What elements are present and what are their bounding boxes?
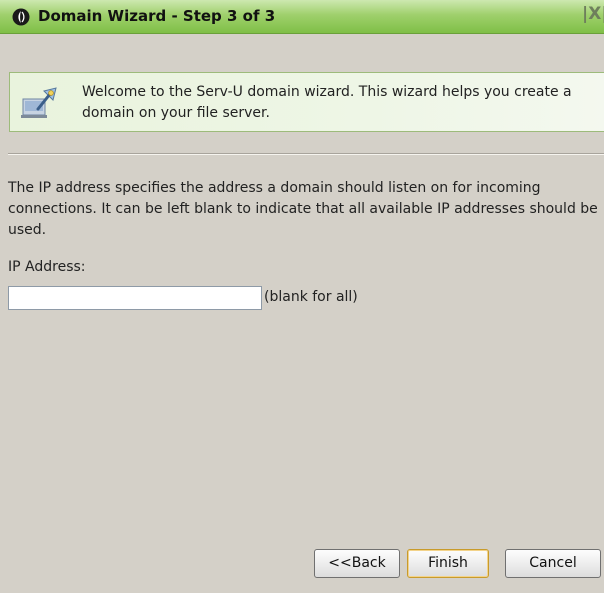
serv-u-logo-icon	[12, 8, 30, 26]
welcome-text: Welcome to the Serv-U domain wizard. Thi…	[82, 84, 572, 121]
welcome-banner: Welcome to the Serv-U domain wizard. Thi…	[9, 72, 604, 132]
wizard-icon	[21, 87, 57, 118]
cancel-button[interactable]: Cancel	[505, 549, 601, 578]
back-button[interactable]: <<Back	[314, 549, 400, 578]
window-title: Domain Wizard - Step 3 of 3	[38, 7, 276, 25]
separator	[8, 153, 604, 155]
close-icon[interactable]: |X|	[582, 4, 604, 24]
description-text: The IP address specifies the address a d…	[8, 180, 598, 238]
ip-address-input[interactable]	[8, 286, 262, 310]
wizard-window: Domain Wizard - Step 3 of 3 |X| Welcome …	[0, 0, 604, 593]
ip-address-hint: (blank for all)	[264, 289, 358, 305]
title-bar[interactable]: Domain Wizard - Step 3 of 3 |X|	[0, 0, 604, 34]
ip-address-label: IP Address:	[8, 259, 86, 275]
finish-button[interactable]: Finish	[407, 549, 489, 578]
